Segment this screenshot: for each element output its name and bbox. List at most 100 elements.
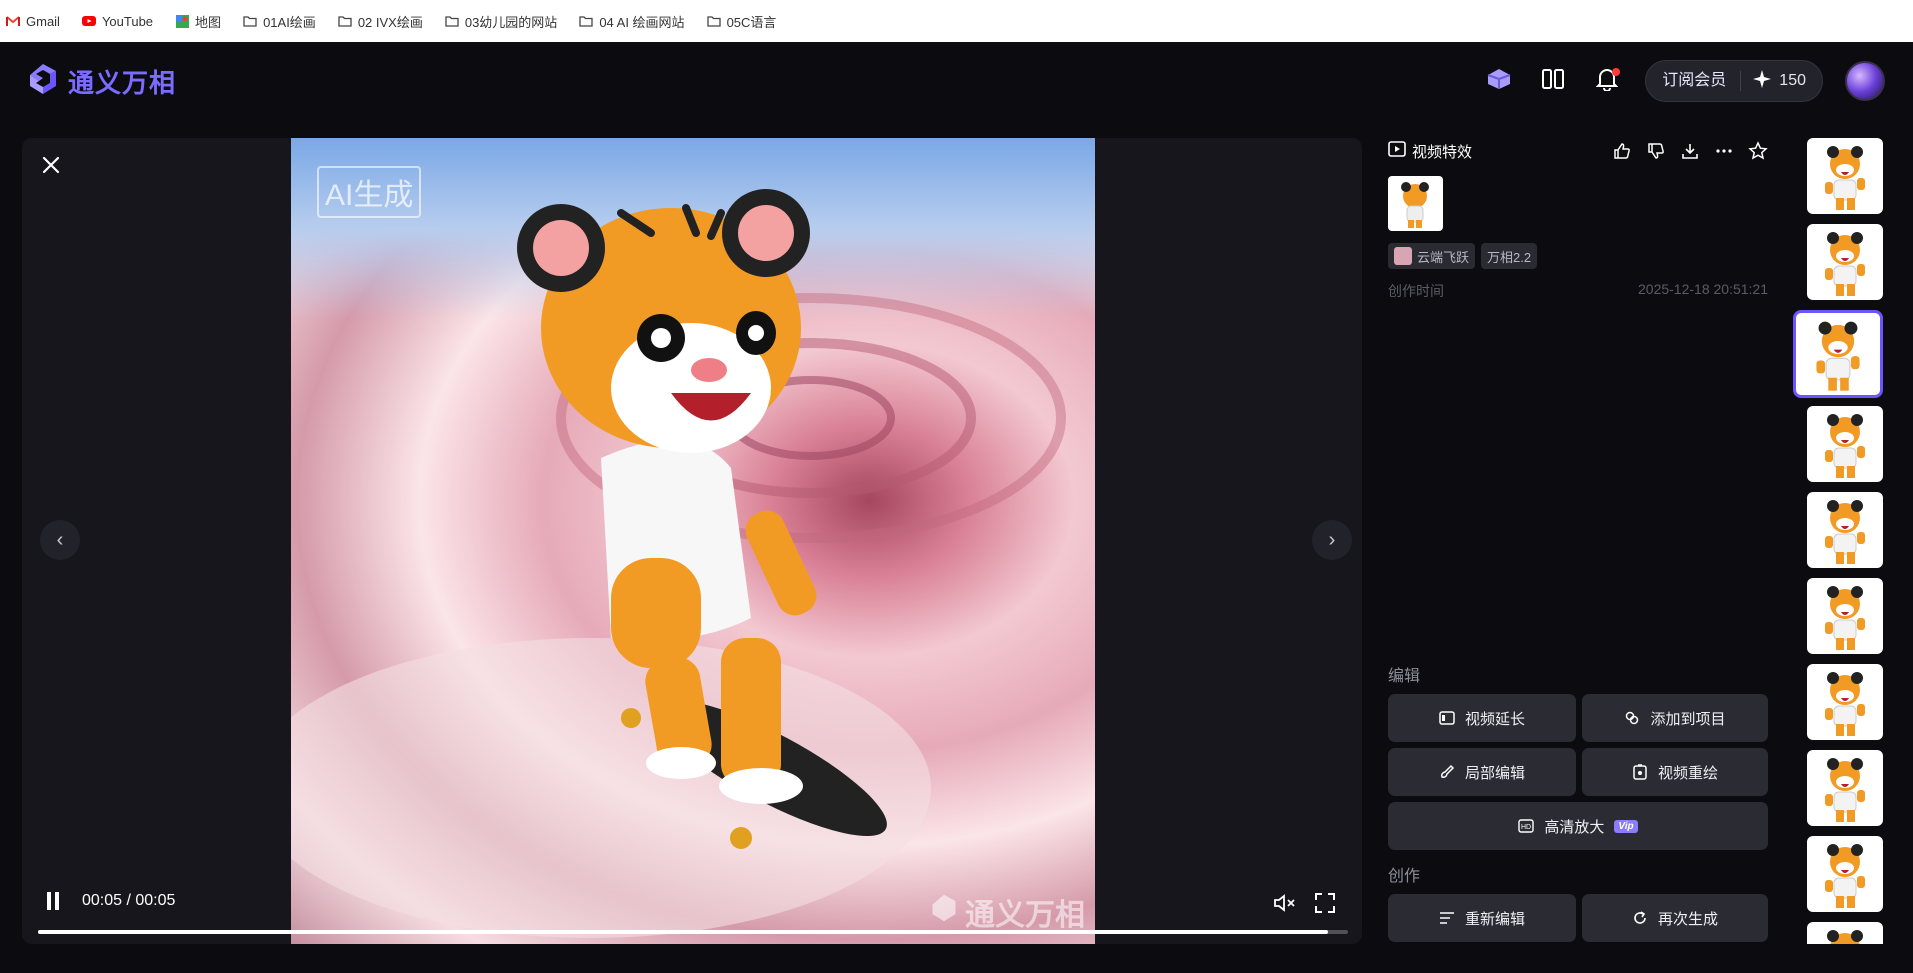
thumbnail-strip	[1793, 138, 1883, 944]
speaker-muted-icon	[1273, 893, 1297, 918]
user-avatar[interactable]	[1845, 61, 1885, 101]
layout-toggle-button[interactable]	[1537, 65, 1569, 97]
brush-icon	[1439, 764, 1455, 780]
bookmark-maps[interactable]: 地图	[175, 12, 221, 31]
close-button[interactable]	[36, 152, 66, 182]
reedit-label: 重新编辑	[1464, 910, 1525, 928]
add-to-project-button[interactable]: 添加到项目	[1582, 694, 1768, 742]
video-viewer: AI生成 通义万相 ‹ › 00:05 / 00:05	[22, 138, 1362, 944]
next-button[interactable]: ›	[1312, 520, 1352, 560]
magic-cube-button[interactable]	[1483, 65, 1515, 97]
bookmark-label: 03幼儿园的网站	[464, 14, 558, 30]
thumbnail[interactable]	[1807, 922, 1883, 944]
progress-bar[interactable]	[38, 930, 1348, 934]
thumbnail[interactable]	[1807, 578, 1883, 654]
bookmark-folder-01[interactable]: 01AI绘画	[243, 12, 316, 31]
bookmark-label: Gmail	[26, 13, 60, 29]
repaint-icon	[1632, 764, 1648, 780]
thumbnail[interactable]	[1807, 664, 1883, 740]
subscribe-button[interactable]: 订阅会员	[1646, 71, 1742, 91]
folder-icon	[706, 15, 721, 27]
create-section-label: 创作	[1388, 868, 1421, 885]
player-controls: 00:05 / 00:05	[22, 874, 1362, 944]
bookmark-label: 地图	[195, 14, 222, 30]
author-tag[interactable]: 云端飞跃	[1388, 243, 1476, 269]
video-frame[interactable]: AI生成 通义万相	[291, 138, 1095, 944]
regenerate-label: 再次生成	[1657, 910, 1718, 928]
thumbnail[interactable]	[1807, 138, 1883, 214]
list-edit-icon	[1439, 910, 1455, 926]
ai-generated-badge: AI生成	[317, 166, 422, 218]
points-display[interactable]: 150	[1741, 69, 1822, 93]
fullscreen-icon	[1314, 892, 1336, 919]
bookmark-folder-03[interactable]: 03幼儿园的网站	[445, 12, 557, 31]
progress-fill	[38, 930, 1329, 934]
tiger-skateboard-illustration	[291, 189, 1066, 938]
refresh-icon	[1632, 910, 1648, 926]
bookmark-gmail[interactable]: Gmail	[6, 14, 60, 29]
svg-text:HD: HD	[1521, 824, 1531, 831]
thumbnail[interactable]	[1807, 836, 1883, 912]
notification-dot	[1612, 68, 1621, 76]
prev-button[interactable]: ‹	[40, 520, 80, 560]
edit-section-label: 编辑	[1388, 668, 1421, 685]
partial-edit-label: 局部编辑	[1464, 764, 1525, 782]
hd-icon: HD	[1518, 818, 1535, 834]
gmail-icon	[6, 15, 20, 27]
bookmark-label: YouTube	[101, 13, 154, 29]
link-icon	[1624, 710, 1640, 726]
chevron-right-icon: ›	[1328, 528, 1336, 551]
info-panel: 视频特效 云端飞跃 万相2.2 创作时间 2025-12-18 20:51:21…	[1388, 138, 1768, 944]
partial-edit-button[interactable]: 局部编辑	[1388, 748, 1576, 796]
panel-title: 视频特效	[1388, 141, 1472, 162]
folder-icon	[243, 15, 257, 27]
thumbnail[interactable]	[1807, 406, 1883, 482]
creation-time-row: 创作时间 2025-12-18 20:51:21	[1388, 281, 1768, 301]
sparkle-icon	[1753, 69, 1772, 93]
thumbnail-selected[interactable]	[1793, 310, 1883, 398]
bookmark-label: 04 AI 绘画网站	[599, 14, 685, 30]
folder-icon	[338, 15, 352, 27]
download-icon[interactable]	[1680, 141, 1700, 161]
bookmark-label: 01AI绘画	[263, 14, 316, 30]
video-repaint-label: 视频重绘	[1657, 764, 1718, 782]
cube-icon	[1486, 67, 1512, 96]
thumbs-up-icon[interactable]	[1612, 141, 1632, 161]
thumbs-down-icon[interactable]	[1646, 141, 1666, 161]
video-effect-icon	[1388, 141, 1406, 161]
info-header: 视频特效	[1388, 138, 1768, 164]
fullscreen-button[interactable]	[1312, 892, 1338, 918]
add-to-project-label: 添加到项目	[1650, 710, 1726, 728]
source-image-thumbnail[interactable]	[1388, 176, 1443, 231]
thumbnail[interactable]	[1807, 224, 1883, 300]
video-repaint-button[interactable]: 视频重绘	[1582, 748, 1768, 796]
star-icon[interactable]	[1748, 141, 1768, 161]
bookmark-folder-05[interactable]: 05C语言	[706, 12, 776, 31]
thumbnail[interactable]	[1807, 492, 1883, 568]
video-extend-button[interactable]: 视频延长	[1388, 694, 1576, 742]
close-icon	[42, 156, 60, 179]
bookmark-folder-04[interactable]: 04 AI 绘画网站	[579, 12, 685, 31]
creation-time-label: 创作时间	[1388, 283, 1444, 299]
mute-button[interactable]	[1272, 892, 1298, 918]
extend-icon	[1439, 710, 1455, 726]
hd-upscale-button[interactable]: HD 高清放大 Vip	[1388, 802, 1768, 850]
thumbnail[interactable]	[1807, 750, 1883, 826]
bookmark-label: 02 IVX绘画	[357, 14, 423, 30]
hd-upscale-label: 高清放大	[1544, 818, 1605, 836]
bookmark-folder-02[interactable]: 02 IVX绘画	[338, 12, 423, 31]
notifications-button[interactable]	[1591, 65, 1623, 97]
logo-text: 通义万相	[68, 68, 177, 98]
points-value: 150	[1779, 72, 1806, 89]
reedit-button[interactable]: 重新编辑	[1388, 894, 1576, 942]
chevron-left-icon: ‹	[56, 528, 64, 551]
more-icon[interactable]	[1714, 141, 1734, 161]
pause-icon	[55, 892, 59, 910]
columns-icon	[1541, 68, 1565, 95]
author-name: 云端飞跃	[1417, 249, 1470, 265]
regenerate-button[interactable]: 再次生成	[1582, 894, 1768, 942]
logo[interactable]: 通义万相	[26, 62, 176, 101]
pause-button[interactable]	[42, 892, 64, 914]
panel-title-text: 视频特效	[1412, 143, 1473, 161]
bookmark-youtube[interactable]: YouTube	[81, 13, 154, 29]
